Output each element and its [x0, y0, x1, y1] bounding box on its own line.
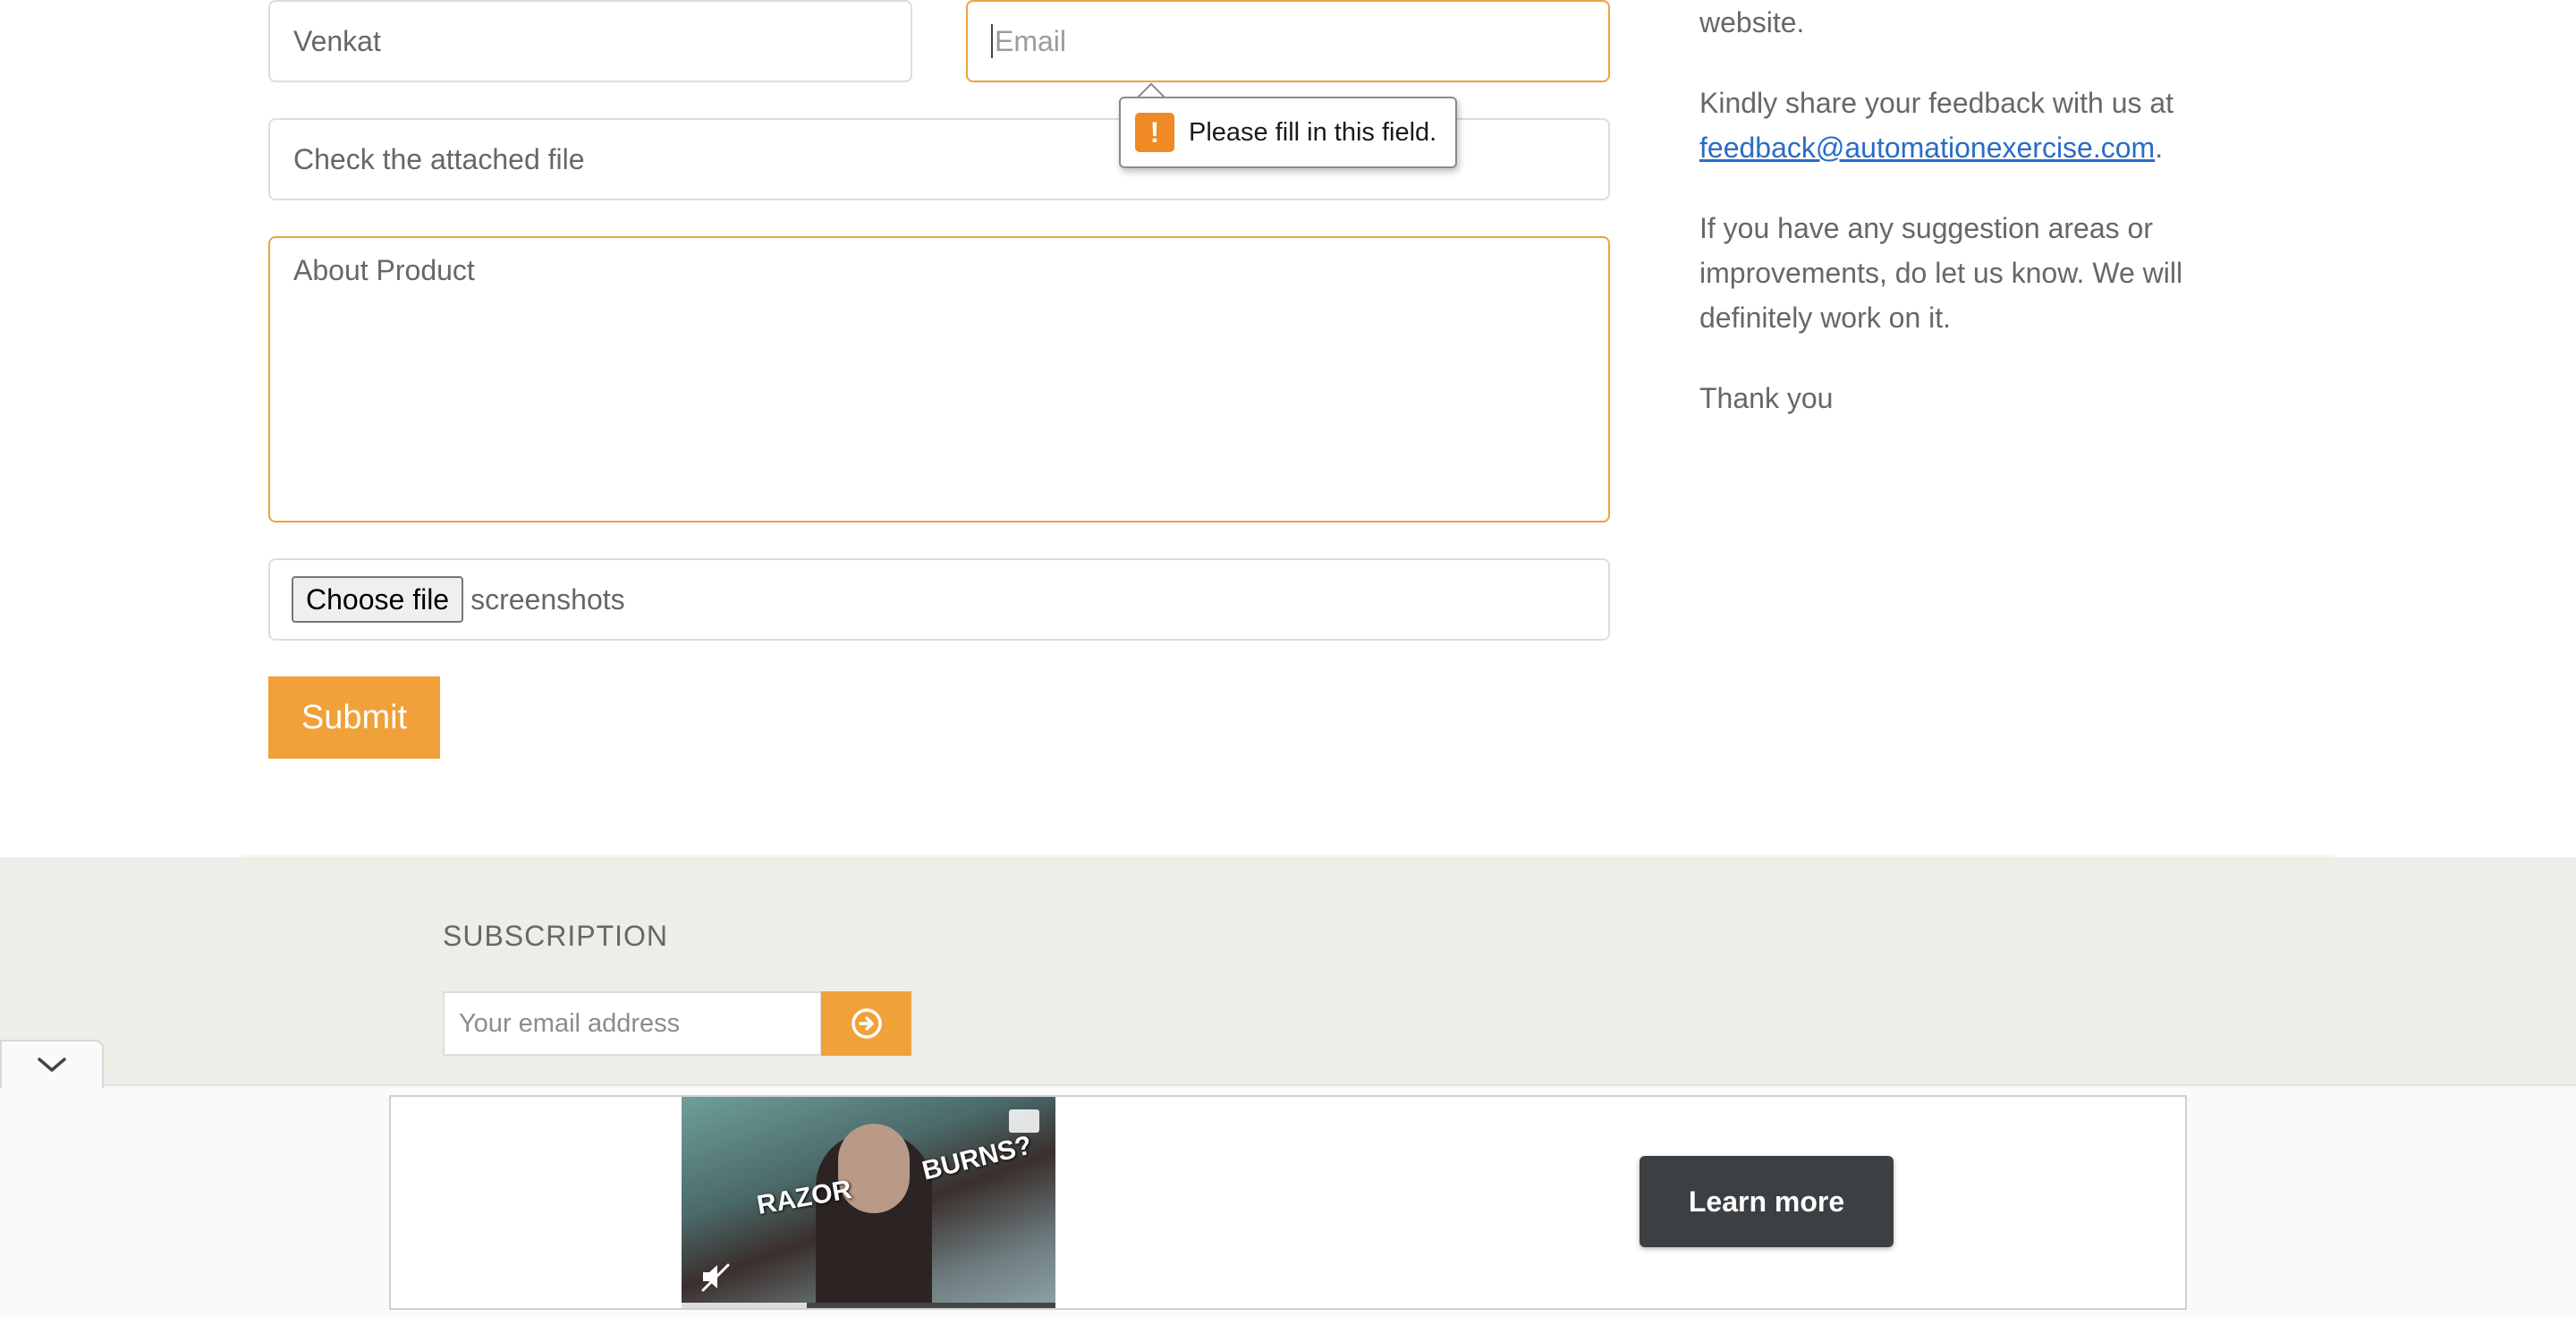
- suggestion-paragraph: If you have any suggestion areas or impr…: [1699, 206, 2272, 340]
- message-textarea[interactable]: About Product: [268, 236, 1610, 523]
- subscription-email-placeholder: Your email address: [459, 1008, 681, 1038]
- subject-field-value: Check the attached file: [293, 142, 585, 175]
- file-upload-field[interactable]: Choose file screenshots: [268, 558, 1610, 641]
- suggestion-line-2: improvements, do let us know. We will: [1699, 257, 2183, 289]
- footer-top-line: [242, 855, 2334, 857]
- email-field[interactable]: Email: [966, 0, 1610, 82]
- feedback-email-link[interactable]: feedback@automationexercise.com: [1699, 132, 2155, 164]
- side-line-website: website.: [1699, 6, 1805, 38]
- name-field[interactable]: Venkat: [268, 0, 912, 82]
- feedback-text: Kindly share your feedback with us at: [1699, 87, 2174, 119]
- suggestion-line-1: If you have any suggestion areas or: [1699, 212, 2153, 244]
- thank-you-text: Thank you: [1699, 382, 1834, 414]
- ad-logo: [1009, 1109, 1039, 1133]
- text-caret: [991, 24, 993, 58]
- file-name: screenshots: [470, 582, 625, 616]
- ad-progress-fill: [682, 1303, 807, 1308]
- learn-more-button[interactable]: Learn more: [1640, 1156, 1894, 1247]
- suggestion-line-3: definitely work on it.: [1699, 302, 1952, 334]
- feedback-paragraph: Kindly share your feedback with us at fe…: [1699, 81, 2272, 170]
- name-field-value: Venkat: [293, 24, 381, 57]
- validation-message: Please fill in this field.: [1189, 117, 1437, 147]
- subscription-email-input[interactable]: Your email address: [443, 991, 822, 1056]
- ad-video[interactable]: RAZOR BURNS?: [682, 1097, 1055, 1308]
- subscribe-button[interactable]: [821, 991, 911, 1056]
- email-field-placeholder: Email: [995, 24, 1067, 57]
- exclamation-icon: !: [1135, 113, 1174, 152]
- ad-collapse-tab[interactable]: [0, 1040, 104, 1088]
- ad-container[interactable]: [389, 1095, 2187, 1310]
- ad-caption-right: BURNS?: [919, 1130, 1036, 1186]
- subscription-title: SUBSCRIPTION: [443, 920, 669, 952]
- mute-icon[interactable]: [699, 1262, 733, 1292]
- feedback-link-line: feedback@automationexercise.com.: [1699, 125, 2272, 170]
- feedback-period: .: [2155, 132, 2164, 164]
- arrow-circle-right-icon: [851, 1008, 882, 1039]
- chevron-down-icon: [38, 1058, 66, 1072]
- submit-button[interactable]: Submit: [268, 676, 440, 759]
- validation-tooltip: ! Please fill in this field.: [1119, 97, 1457, 168]
- message-textarea-value: About Product: [293, 254, 475, 286]
- choose-file-button[interactable]: Choose file: [292, 576, 464, 623]
